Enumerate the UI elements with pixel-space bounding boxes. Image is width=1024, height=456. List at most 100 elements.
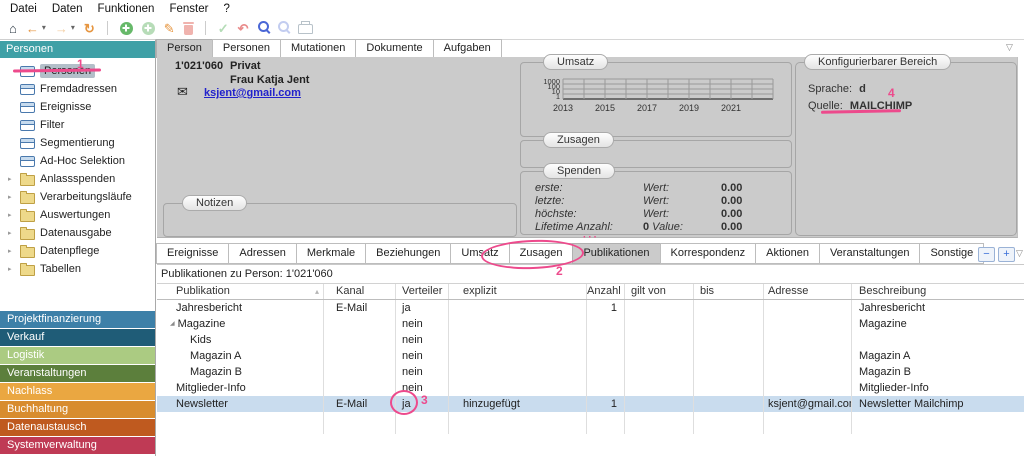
table-row-kids[interactable]: Kidsnein bbox=[157, 332, 1024, 348]
email-link[interactable]: ksjent@gmail.com bbox=[204, 87, 301, 99]
table-row-magazin-a[interactable]: Magazin AneinMagazin A bbox=[157, 348, 1024, 364]
detail-tab-sonstige[interactable]: Sonstige bbox=[919, 243, 984, 264]
menu-item-daten[interactable]: Daten bbox=[52, 3, 83, 15]
confirm-check-icon[interactable]: ✓ bbox=[218, 22, 229, 35]
sidebar-section-datenaustausch[interactable]: Datenaustausch bbox=[0, 419, 155, 436]
sidebar-item-datenpflege[interactable]: ▸ Datenpflege bbox=[0, 242, 155, 260]
detail-tab-korrespondenz[interactable]: Korrespondenz bbox=[660, 243, 757, 264]
search-secondary-icon[interactable] bbox=[278, 21, 289, 32]
sidebar-item-segmentierung[interactable]: Segmentierung bbox=[0, 134, 155, 152]
collapse-panel-icon[interactable]: ▽ bbox=[1006, 43, 1013, 52]
sidebar-item-label: Datenpflege bbox=[40, 245, 99, 257]
forward-dropdown-caret[interactable]: ▾ bbox=[71, 24, 75, 32]
cell-explizit bbox=[448, 300, 586, 316]
collapse-rows-button[interactable]: − bbox=[978, 247, 995, 262]
sidebar-item-datenausgabe[interactable]: ▸Datenausgabe bbox=[0, 224, 155, 242]
sort-asc-icon[interactable]: ▴ bbox=[315, 284, 323, 299]
home-icon[interactable]: ⌂ bbox=[9, 22, 17, 35]
sidebar-item-verarbeitungsläufe[interactable]: ▸Verarbeitungsläufe bbox=[0, 188, 155, 206]
column-header-gilt-von[interactable]: gilt von bbox=[624, 284, 693, 299]
expand-caret-icon[interactable]: ▸ bbox=[8, 211, 12, 219]
expand-caret-icon[interactable]: ▸ bbox=[8, 175, 12, 183]
search-icon[interactable] bbox=[258, 21, 269, 32]
expand-caret-icon[interactable]: ▸ bbox=[8, 229, 12, 237]
cell-text: Magazine bbox=[178, 316, 226, 332]
detail-tab-publikationen[interactable]: Publikationen bbox=[572, 243, 660, 264]
column-header-adresse[interactable]: Adresse bbox=[763, 284, 851, 299]
undo-icon[interactable]: ↶ bbox=[238, 22, 249, 35]
expand-rows-button[interactable]: + bbox=[998, 247, 1015, 262]
tab-aufgaben[interactable]: Aufgaben bbox=[433, 39, 502, 58]
tab-personen[interactable]: Personen bbox=[212, 39, 281, 58]
konfig-bereich-button[interactable]: Konfigurierbarer Bereich bbox=[804, 54, 951, 70]
column-header-bis[interactable]: bis bbox=[693, 284, 763, 299]
column-header-publikation[interactable]: Publikation▴ bbox=[157, 284, 323, 299]
spenden-row: höchste:Wert:0.00 bbox=[535, 208, 785, 221]
column-header-beschreibung[interactable]: Beschreibung bbox=[851, 284, 1024, 299]
sidebar-item-ereignisse[interactable]: Ereignisse bbox=[0, 98, 155, 116]
forward-icon[interactable]: → bbox=[55, 22, 68, 35]
column-header-kanal[interactable]: Kanal bbox=[323, 284, 395, 299]
filler-cell bbox=[693, 412, 763, 434]
sidebar-item-tabellen[interactable]: ▸Tabellen bbox=[0, 260, 155, 278]
detail-tab-zusagen[interactable]: Zusagen bbox=[509, 243, 574, 264]
spenden-button[interactable]: Spenden bbox=[543, 163, 615, 179]
detail-tab-ereignisse[interactable]: Ereignisse bbox=[156, 243, 229, 264]
table-row-mitglieder-info[interactable]: Mitglieder-InfoneinMitglieder-Info bbox=[157, 380, 1024, 396]
sidebar-item-anlassspenden[interactable]: ▸Anlassspenden bbox=[0, 170, 155, 188]
spenden-wert-label: Wert: bbox=[643, 195, 721, 208]
tree-expanded-icon[interactable]: ◢ bbox=[170, 316, 175, 332]
folder-icon bbox=[20, 247, 35, 258]
sidebar-section-verkauf[interactable]: Verkauf bbox=[0, 329, 155, 346]
menu-item-funktionen[interactable]: Funktionen bbox=[98, 3, 155, 15]
tab-person[interactable]: Person bbox=[156, 39, 213, 58]
expand-caret-icon[interactable]: ▸ bbox=[8, 193, 12, 201]
sidebar-section-buchhaltung[interactable]: Buchhaltung bbox=[0, 401, 155, 418]
add-icon[interactable] bbox=[120, 22, 133, 35]
back-icon[interactable]: ← bbox=[26, 22, 39, 35]
delete-trash-icon[interactable] bbox=[184, 25, 193, 35]
tab-mutationen[interactable]: Mutationen bbox=[280, 39, 356, 58]
notizen-button[interactable]: Notizen bbox=[182, 195, 247, 211]
column-header-verteiler[interactable]: Verteiler bbox=[395, 284, 448, 299]
edit-pencil-icon[interactable]: ✎ bbox=[164, 22, 175, 35]
detail-tab-beziehungen[interactable]: Beziehungen bbox=[365, 243, 451, 264]
detail-tab-aktionen[interactable]: Aktionen bbox=[755, 243, 820, 264]
back-dropdown-caret[interactable]: ▾ bbox=[42, 24, 46, 32]
menu-item-fenster[interactable]: Fenster bbox=[169, 3, 208, 15]
detail-tab-merkmale[interactable]: Merkmale bbox=[296, 243, 366, 264]
sidebar-section-logistik[interactable]: Logistik bbox=[0, 347, 155, 364]
expand-caret-icon[interactable]: ▸ bbox=[8, 247, 12, 255]
toolbar-separator bbox=[107, 21, 108, 35]
tab-dokumente[interactable]: Dokumente bbox=[355, 39, 433, 58]
table-row-jahresbericht[interactable]: JahresberichtE-Mailja1Jahresbericht bbox=[157, 300, 1024, 316]
cell-anzahl bbox=[586, 364, 624, 380]
menu-item-item[interactable]: ? bbox=[223, 3, 229, 15]
umsatz-button[interactable]: Umsatz bbox=[543, 54, 608, 70]
detail-tab-veranstaltungen[interactable]: Veranstaltungen bbox=[819, 243, 921, 264]
column-header-anzahl[interactable]: Anzahl bbox=[586, 284, 624, 299]
detail-tab-umsatz[interactable]: Umsatz bbox=[450, 243, 509, 264]
table-row-magazine[interactable]: ◢MagazineneinMagazine bbox=[157, 316, 1024, 332]
sidebar-section-nachlass[interactable]: Nachlass bbox=[0, 383, 155, 400]
sidebar-item-personen[interactable]: Personen bbox=[0, 62, 155, 80]
print-icon[interactable] bbox=[298, 24, 313, 34]
table-row-magazin-b[interactable]: Magazin BneinMagazin B bbox=[157, 364, 1024, 380]
table-row-newsletter[interactable]: NewsletterE-Mailjahinzugefügt1ksjent@gma… bbox=[157, 396, 1024, 412]
expand-caret-icon[interactable]: ▸ bbox=[8, 265, 12, 273]
menu-item-datei[interactable]: Datei bbox=[10, 3, 37, 15]
sidebar-section-projektfinanzierung[interactable]: Projektfinanzierung bbox=[0, 311, 155, 328]
add-secondary-icon[interactable] bbox=[142, 22, 155, 35]
refresh-icon[interactable]: ↻ bbox=[84, 22, 95, 35]
sidebar-item-ad-hoc-selektion[interactable]: Ad-Hoc Selektion bbox=[0, 152, 155, 170]
collapse-detail-icon[interactable]: ▽ bbox=[1016, 249, 1023, 258]
detail-tab-adressen[interactable]: Adressen bbox=[228, 243, 296, 264]
zusagen-button[interactable]: Zusagen bbox=[543, 132, 614, 148]
sidebar-item-filter[interactable]: Filter bbox=[0, 116, 155, 134]
column-header-explizit[interactable]: explizit bbox=[448, 284, 586, 299]
sidebar-item-fremdadressen[interactable]: Fremdadressen bbox=[0, 80, 155, 98]
sidebar-section-systemverwaltung[interactable]: Systemverwaltung bbox=[0, 437, 155, 454]
sidebar-section-veranstaltungen[interactable]: Veranstaltungen bbox=[0, 365, 155, 382]
record-tab-bar: PersonPersonenMutationenDokumenteAufgabe… bbox=[157, 39, 502, 57]
sidebar-item-auswertungen[interactable]: ▸Auswertungen bbox=[0, 206, 155, 224]
